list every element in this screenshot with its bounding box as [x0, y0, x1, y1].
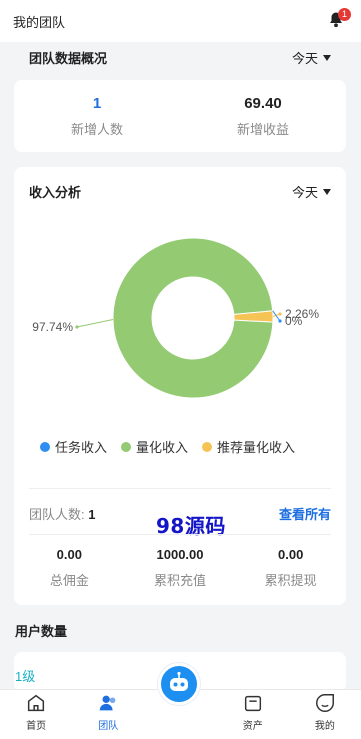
leader-line: [76, 319, 114, 328]
team-count-row: 团队人数: 1 查看所有: [29, 504, 331, 523]
tab-assets[interactable]: 资产: [217, 690, 289, 739]
divider: [29, 534, 331, 535]
tab-team[interactable]: 团队: [72, 690, 144, 739]
new-members-value: 1: [92, 94, 102, 112]
overview-header: 团队数据概况 今天: [29, 48, 331, 67]
total-recharge-value: 1000.00: [156, 547, 204, 562]
income-analysis-card: 收入分析 今天 97.74% 2.26% 0% 98源码 任务收入 量化收入 推荐量…: [14, 167, 346, 605]
analysis-period-label: 今天: [291, 185, 318, 200]
legend-dot-referral: [202, 441, 213, 452]
level-label[interactable]: 1级: [15, 666, 35, 685]
overview-card: 1 新增人数 69.40 新增收益: [14, 80, 346, 152]
total-recharge-label: 累积充值: [154, 573, 207, 588]
leader-dot: [278, 319, 282, 323]
robot-icon: [170, 671, 188, 691]
tab-mine[interactable]: 我的: [289, 690, 361, 739]
tab-team-label: 团队: [98, 721, 119, 732]
legend-dot-quant: [121, 441, 132, 452]
slice-value-label: 0%: [285, 314, 303, 328]
new-members-label: 新增人数: [70, 121, 123, 137]
team-count-label: 团队人数:: [29, 507, 85, 522]
leader-dot: [75, 325, 79, 329]
new-income-label: 新增收益: [236, 121, 289, 137]
total-commission-value: 0.00: [56, 547, 82, 562]
user-count-title: 用户数量: [15, 624, 68, 639]
total-commission-label: 总佣金: [49, 573, 89, 588]
top-bar: 我的团队 1: [0, 0, 361, 42]
chart-legend: 任务收入 量化收入 推荐量化收入: [40, 437, 295, 456]
page-title: 我的团队: [13, 14, 66, 30]
notification-badge: 1: [338, 8, 351, 21]
smile-icon: [315, 694, 334, 712]
home-icon: [28, 694, 45, 712]
tab-mine-label: 我的: [314, 721, 335, 732]
new-income-stat: 69.40 新增收益: [180, 80, 346, 152]
legend-item-task[interactable]: 任务收入: [40, 437, 107, 456]
view-all-link[interactable]: 查看所有: [279, 504, 331, 523]
totals-row: 0.00 总佣金 1000.00 累积充值 0.00 累积提现: [14, 547, 346, 589]
legend-label-task: 任务收入: [55, 440, 108, 455]
caret-down-icon: [323, 188, 331, 195]
team-count-value: 1: [88, 507, 96, 522]
caret-down-icon: [323, 54, 331, 61]
overview-title: 团队数据概况: [29, 51, 108, 66]
total-withdraw-stat: 0.00 累积提现: [235, 547, 346, 589]
income-donut-chart: 97.74%2.26%0%: [32, 237, 319, 399]
analysis-period-select[interactable]: 今天: [292, 182, 331, 201]
new-income-value: 69.40: [244, 94, 282, 112]
divider: [29, 488, 331, 489]
legend-label-referral: 推荐量化收入: [217, 440, 296, 455]
legend-item-quant[interactable]: 量化收入: [121, 437, 188, 456]
overview-period-select[interactable]: 今天: [292, 48, 331, 67]
team-icon: [100, 695, 116, 711]
total-recharge-stat: 1000.00 累积充值: [125, 547, 236, 589]
tab-assets-label: 资产: [242, 721, 263, 732]
analysis-header: 收入分析 今天: [29, 182, 331, 201]
legend-item-referral[interactable]: 推荐量化收入: [202, 437, 295, 456]
leader-dot: [278, 312, 282, 316]
total-withdraw-value: 0.00: [278, 547, 304, 562]
tab-home-label: 首页: [26, 721, 47, 732]
overview-period-label: 今天: [291, 51, 318, 66]
new-members-stat: 1 新增人数: [14, 80, 180, 152]
analysis-title: 收入分析: [29, 185, 82, 200]
wallet-icon: [244, 695, 261, 712]
slice-value-label: 97.74%: [32, 320, 73, 334]
tab-home[interactable]: 首页: [0, 690, 72, 739]
total-withdraw-label: 累积提现: [264, 573, 317, 588]
robot-assistant-button[interactable]: [158, 663, 200, 705]
total-commission-stat: 0.00 总佣金: [14, 547, 125, 589]
legend-dot-task: [40, 441, 50, 452]
legend-label-quant: 量化收入: [136, 440, 189, 455]
